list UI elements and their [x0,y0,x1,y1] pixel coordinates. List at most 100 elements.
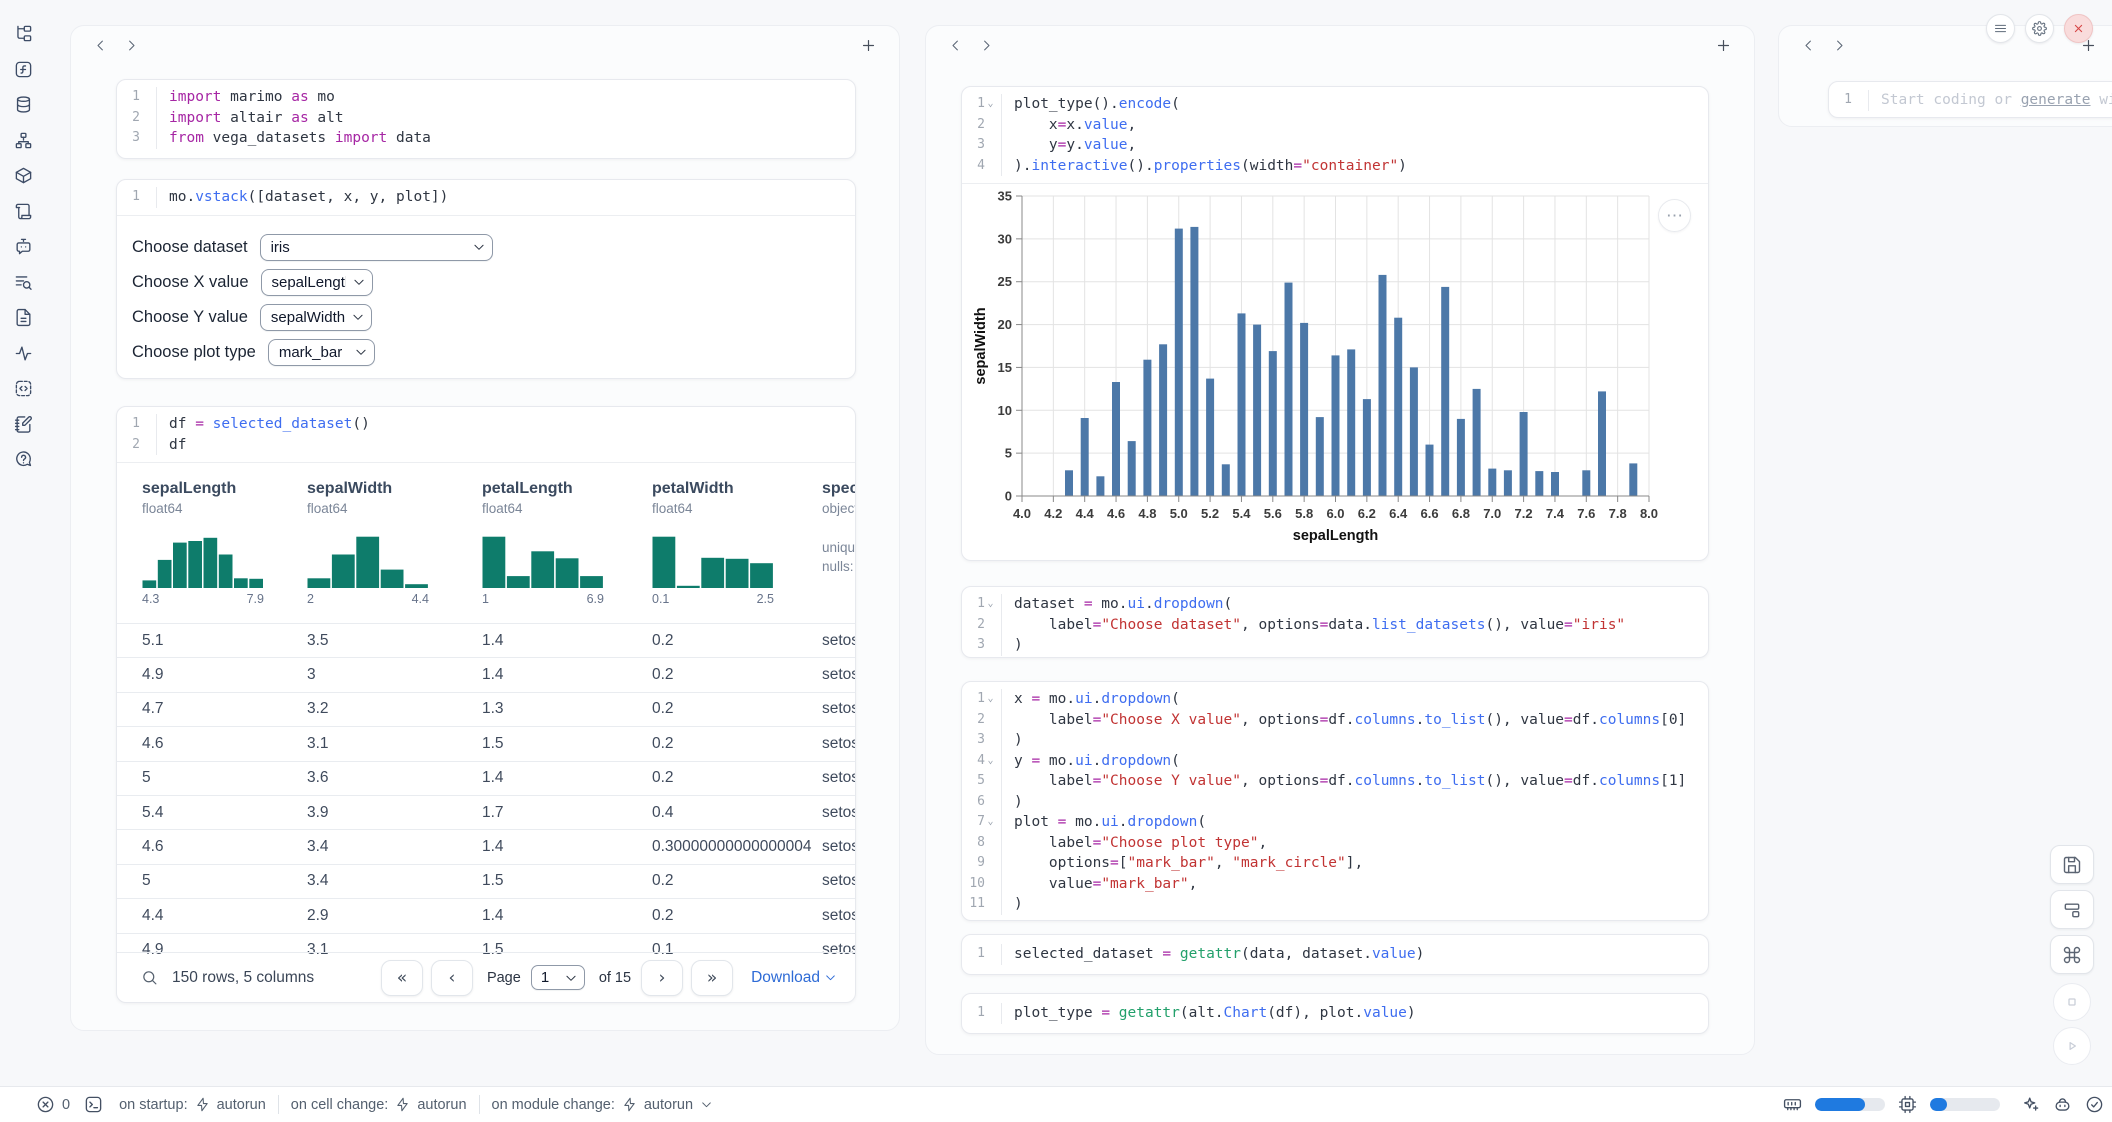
code-line[interactable]: 9 options=["mark_bar", "mark_circle"], [962,853,1708,874]
cell-imports[interactable]: 1import marimo as mo2import altair as al… [116,79,856,159]
download-button[interactable]: Download [751,969,837,987]
editor-placeholder[interactable]: Start coding or generate with AI [1869,90,2112,111]
layout-button[interactable] [2050,890,2094,929]
code-line[interactable]: 1df = selected_dataset() [117,414,855,435]
code-line[interactable]: 2df [117,435,855,456]
save-button[interactable] [2050,845,2094,884]
code-line[interactable]: 11) [962,894,1708,915]
cell-dataset-dropdown[interactable]: 1⌄dataset = mo.ui.dropdown(2 label="Choo… [961,586,1709,658]
table-column-header[interactable]: petalWidthfloat640.12.5 [652,479,822,623]
table-row[interactable]: 4.73.21.30.2setosa [117,692,855,726]
generate-with-ai-link[interactable]: generate [2021,92,2091,108]
cell-selected-dataset[interactable]: 1selected_dataset = getattr(data, datase… [961,934,1709,975]
plot-type-dropdown-select[interactable]: mark_bar [268,339,375,366]
settings-button[interactable] [2025,14,2054,43]
column-histogram[interactable] [482,532,652,588]
column-next-icon[interactable] [979,38,994,53]
scroll-icon[interactable] [14,202,33,221]
connection-status-icon[interactable] [2085,1095,2104,1114]
code-line[interactable]: 2 label="Choose X value", options=df.col… [962,710,1708,731]
last-page-button[interactable]: » [691,960,733,996]
table-row[interactable]: 4.63.11.50.2setosa [117,726,855,760]
code-line[interactable]: 7⌄plot = mo.ui.dropdown( [962,812,1708,833]
first-page-button[interactable]: « [381,960,423,996]
table-column-header[interactable]: sepalWidthfloat6424.4 [307,479,482,623]
runtime-config-0[interactable]: on startup:autorun [119,1097,266,1113]
table-row[interactable]: 53.61.40.2setosa [117,761,855,795]
errors-indicator[interactable]: 0 [36,1095,70,1114]
code-line[interactable]: 8 label="Choose plot type", [962,833,1708,854]
column-histogram[interactable] [652,532,822,588]
add-column-icon[interactable] [860,37,877,54]
code-line[interactable]: 1⌄x = mo.ui.dropdown( [962,689,1708,710]
add-column-icon[interactable] [1715,37,1732,54]
column-prev-icon[interactable] [1801,38,1816,53]
file-text-icon[interactable] [14,308,33,327]
table-row[interactable]: 4.931.40.2setosa [117,657,855,691]
search-icon[interactable] [141,969,158,986]
table-column-header[interactable]: petalLengthfloat6416.9 [482,479,652,623]
notebook-edit-icon[interactable] [14,415,33,434]
code-line[interactable]: 2import altair as alt [117,108,855,129]
table-column-header[interactable]: speciesobjectuniquenulls: [822,479,855,623]
x-value-dropdown-select[interactable]: sepalLength [261,269,373,296]
table-row[interactable]: 4.63.41.40.30000000000000004setosa [117,829,855,863]
code-line[interactable]: 1selected_dataset = getattr(data, datase… [962,944,1708,965]
y-value-dropdown-select[interactable]: sepalWidth [260,304,372,331]
code-line[interactable]: 10 value="mark_bar", [962,874,1708,895]
table-row[interactable]: 5.13.51.40.2setosa [117,623,855,657]
runtime-config-1[interactable]: on cell change:autorun [291,1097,467,1113]
code-line[interactable]: 3) [962,730,1708,751]
cell-xy-plot-dropdowns[interactable]: 1⌄x = mo.ui.dropdown(2 label="Choose X v… [961,681,1709,921]
run-all-button[interactable] [2053,1027,2091,1065]
code-line[interactable]: 1⌄dataset = mo.ui.dropdown( [962,594,1708,615]
runtime-config-2[interactable]: on module change:autorun [492,1097,714,1113]
cell-plot-type[interactable]: 1plot_type = getattr(alt.Chart(df), plot… [961,993,1709,1034]
code-line[interactable]: 3 y=y.value, [962,135,1708,156]
code-line[interactable]: 2 x=x.value, [962,115,1708,136]
code-line[interactable]: 1plot_type = getattr(alt.Chart(df), plot… [962,1003,1708,1024]
activity-icon[interactable] [14,344,33,363]
cell-chart[interactable]: 1⌄plot_type().encode(2 x=x.value,3 y=y.v… [961,86,1709,561]
code-line[interactable]: 3) [962,635,1708,656]
code-line[interactable]: 2 label="Choose dataset", options=data.l… [962,615,1708,636]
column-histogram[interactable] [142,532,307,588]
cell-vstack[interactable]: 1mo.vstack([dataset, x, y, plot]) Choose… [116,179,856,379]
network-icon[interactable] [14,131,33,150]
page-select[interactable]: 1 [531,965,585,990]
code-line[interactable]: 3from vega_datasets import data [117,128,855,149]
prev-page-button[interactable]: ‹ [431,960,473,996]
help-bubble-icon[interactable] [14,450,33,469]
next-page-button[interactable]: › [641,960,683,996]
chat-bot-icon[interactable] [14,237,33,256]
code-line[interactable]: 1⌄plot_type().encode( [962,94,1708,115]
table-row[interactable]: 53.41.50.2setosa [117,864,855,898]
function-square-icon[interactable] [14,60,33,79]
column-prev-icon[interactable] [948,38,963,53]
column-next-icon[interactable] [124,38,139,53]
table-column-header[interactable]: sepalLengthfloat644.37.9 [142,479,307,623]
terminal-icon[interactable] [84,1095,103,1114]
code-line[interactable]: 1mo.vstack([dataset, x, y, plot]) [117,187,855,208]
code-line[interactable]: 4).interactive().properties(width="conta… [962,156,1708,177]
copilot-icon[interactable] [2053,1095,2072,1114]
column-next-icon[interactable] [1832,38,1847,53]
altair-bar-chart[interactable]: 4.04.24.44.64.85.05.25.45.65.86.06.26.46… [972,182,1694,555]
notebook-menu-button[interactable] [1986,14,2015,43]
cell-dataframe[interactable]: 1df = selected_dataset()2df sepalLengthf… [116,406,856,1003]
database-icon[interactable] [14,95,33,114]
column-prev-icon[interactable] [93,38,108,53]
cell-empty-placeholder[interactable]: 1 Start coding or generate with AI [1828,81,2112,118]
file-tree-icon[interactable] [14,24,33,43]
table-row[interactable]: 5.43.91.70.4setosa [117,795,855,829]
ai-sparkles-icon[interactable] [2021,1095,2040,1114]
code-line[interactable]: 4⌄y = mo.ui.dropdown( [962,751,1708,772]
package-icon[interactable] [14,166,33,185]
code-line[interactable]: 1import marimo as mo [117,87,855,108]
log-search-icon[interactable] [14,273,33,292]
code-snippet-icon[interactable] [14,379,33,398]
shutdown-button[interactable] [2064,14,2093,43]
chart-menu-button[interactable]: ⋯ [1658,199,1691,232]
code-line[interactable]: 6) [962,792,1708,813]
column-histogram[interactable] [307,532,482,588]
